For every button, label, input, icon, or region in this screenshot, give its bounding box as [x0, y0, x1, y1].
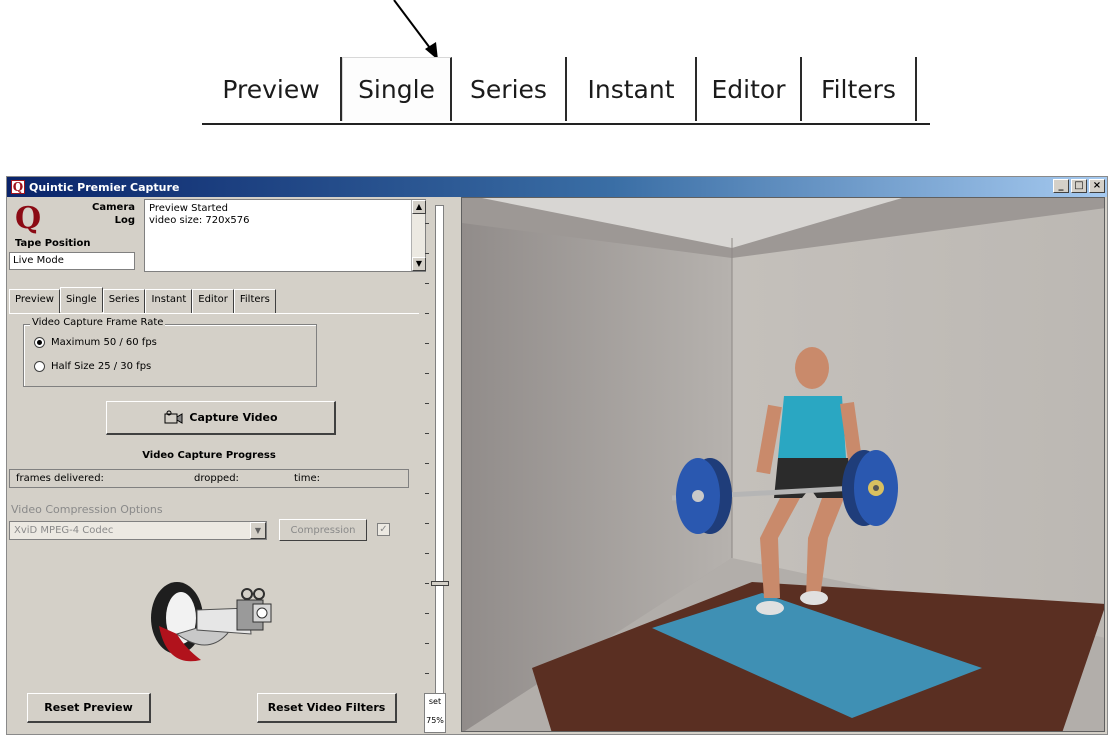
- camera-icon: [164, 410, 183, 424]
- codec-value: XviD MPEG-4 Codec: [14, 525, 114, 536]
- radio-half-size[interactable]: Half Size 25 / 30 fps: [34, 361, 151, 372]
- zoomed-tab-baseline: [202, 123, 930, 125]
- capture-window: Q Quintic Premier Capture _ □ × Q Camera…: [6, 176, 1108, 735]
- slider-tick: [425, 523, 429, 524]
- zoom-label: set: [428, 697, 442, 706]
- capture-video-button[interactable]: Capture Video: [106, 401, 336, 435]
- slider-thumb[interactable]: [431, 581, 449, 586]
- slider-track[interactable]: [435, 205, 444, 705]
- app-icon: Q: [11, 180, 25, 194]
- codec-select[interactable]: XviD MPEG-4 Codec ▼: [9, 521, 267, 540]
- slider-tick: [425, 403, 429, 404]
- capture-video-label: Capture Video: [189, 411, 278, 424]
- zoom-value: 75%: [426, 716, 444, 725]
- compression-button[interactable]: Compression: [279, 519, 367, 541]
- zoomed-tab-strip: Preview Single Series Instant Editor Fil…: [202, 55, 930, 127]
- zoom-slider[interactable]: set 75%: [421, 197, 461, 735]
- slider-tick: [425, 343, 429, 344]
- slider-tick: [425, 643, 429, 644]
- reset-video-filters-button[interactable]: Reset Video Filters: [257, 693, 397, 723]
- zoomed-tab-instant: Instant: [567, 57, 697, 121]
- maximize-button[interactable]: □: [1071, 179, 1087, 193]
- close-button[interactable]: ×: [1089, 179, 1105, 193]
- tape-position-field: Live Mode: [9, 252, 135, 270]
- minimize-button[interactable]: _: [1053, 179, 1069, 193]
- slider-tick: [425, 493, 429, 494]
- compression-title: Video Compression Options: [11, 503, 163, 516]
- zoomed-tab-series: Series: [452, 57, 567, 121]
- frame-rate-title: Video Capture Frame Rate: [30, 317, 166, 328]
- radio-half-size-button[interactable]: [34, 361, 45, 372]
- control-panel: Q Camera Log Tape Position Live Mode Pre…: [7, 197, 426, 735]
- window-controls: _ □ ×: [1053, 179, 1105, 193]
- slider-tick: [425, 583, 429, 584]
- slider-tick: [425, 313, 429, 314]
- progress-status: frames delivered: dropped: time:: [9, 469, 409, 488]
- log-line: video size: 720x576: [149, 215, 250, 226]
- log-line: Preview Started: [149, 203, 229, 214]
- slider-tick: [425, 253, 429, 254]
- camera-log[interactable]: Preview Started video size: 720x576 ▲ ▼: [144, 199, 426, 272]
- title-bar[interactable]: Q Quintic Premier Capture _ □ ×: [7, 177, 1107, 197]
- reset-preview-button[interactable]: Reset Preview: [27, 693, 151, 723]
- slider-tick: [425, 373, 429, 374]
- tab-series[interactable]: Series: [102, 289, 146, 313]
- dropped-label: dropped:: [194, 473, 239, 484]
- window-title: Quintic Premier Capture: [29, 180, 180, 194]
- slider-tick: [425, 433, 429, 434]
- tab-editor[interactable]: Editor: [192, 289, 234, 313]
- camera-label: Camera: [92, 202, 135, 213]
- slider-tick: [425, 613, 429, 614]
- radio-maximum-button[interactable]: [34, 337, 45, 348]
- quintic-logo: Q: [15, 201, 42, 236]
- tape-position-label: Tape Position: [15, 238, 91, 249]
- compression-checkbox[interactable]: ✓: [377, 523, 390, 536]
- zoomed-tab-single: Single: [342, 57, 452, 121]
- tab-bar: Preview Single Series Instant Editor Fil…: [9, 287, 276, 313]
- time-label: time:: [294, 473, 320, 484]
- zoomed-tab-preview: Preview: [202, 57, 342, 121]
- callout-arrow: [393, 0, 438, 60]
- tab-preview[interactable]: Preview: [9, 289, 60, 313]
- video-preview[interactable]: [461, 197, 1105, 732]
- frames-delivered-label: frames delivered:: [16, 473, 104, 484]
- slider-tick: [425, 553, 429, 554]
- slider-tick: [425, 223, 429, 224]
- tab-single[interactable]: Single: [59, 287, 103, 312]
- slider-tick: [425, 283, 429, 284]
- tab-instant[interactable]: Instant: [145, 289, 193, 313]
- progress-title: Video Capture Progress: [142, 450, 276, 461]
- weightlifter-video-frame: [462, 198, 1104, 731]
- log-label: Log: [114, 215, 135, 226]
- single-tab-panel: Video Capture Frame Rate Maximum 50 / 60…: [9, 313, 419, 685]
- quintic-camera-logo-icon: [151, 582, 272, 662]
- zoomed-tab-filters: Filters: [802, 57, 917, 121]
- zoomed-tab-editor: Editor: [697, 57, 802, 121]
- zoom-indicator[interactable]: set 75%: [424, 693, 446, 733]
- slider-tick: [425, 463, 429, 464]
- frame-rate-group: Video Capture Frame Rate Maximum 50 / 60…: [23, 317, 317, 387]
- radio-maximum[interactable]: Maximum 50 / 60 fps: [34, 337, 157, 348]
- radio-half-size-label: Half Size 25 / 30 fps: [51, 361, 152, 372]
- slider-tick: [425, 673, 429, 674]
- tab-filters[interactable]: Filters: [233, 289, 276, 313]
- radio-maximum-label: Maximum 50 / 60 fps: [51, 337, 157, 348]
- chevron-down-icon[interactable]: ▼: [250, 522, 266, 539]
